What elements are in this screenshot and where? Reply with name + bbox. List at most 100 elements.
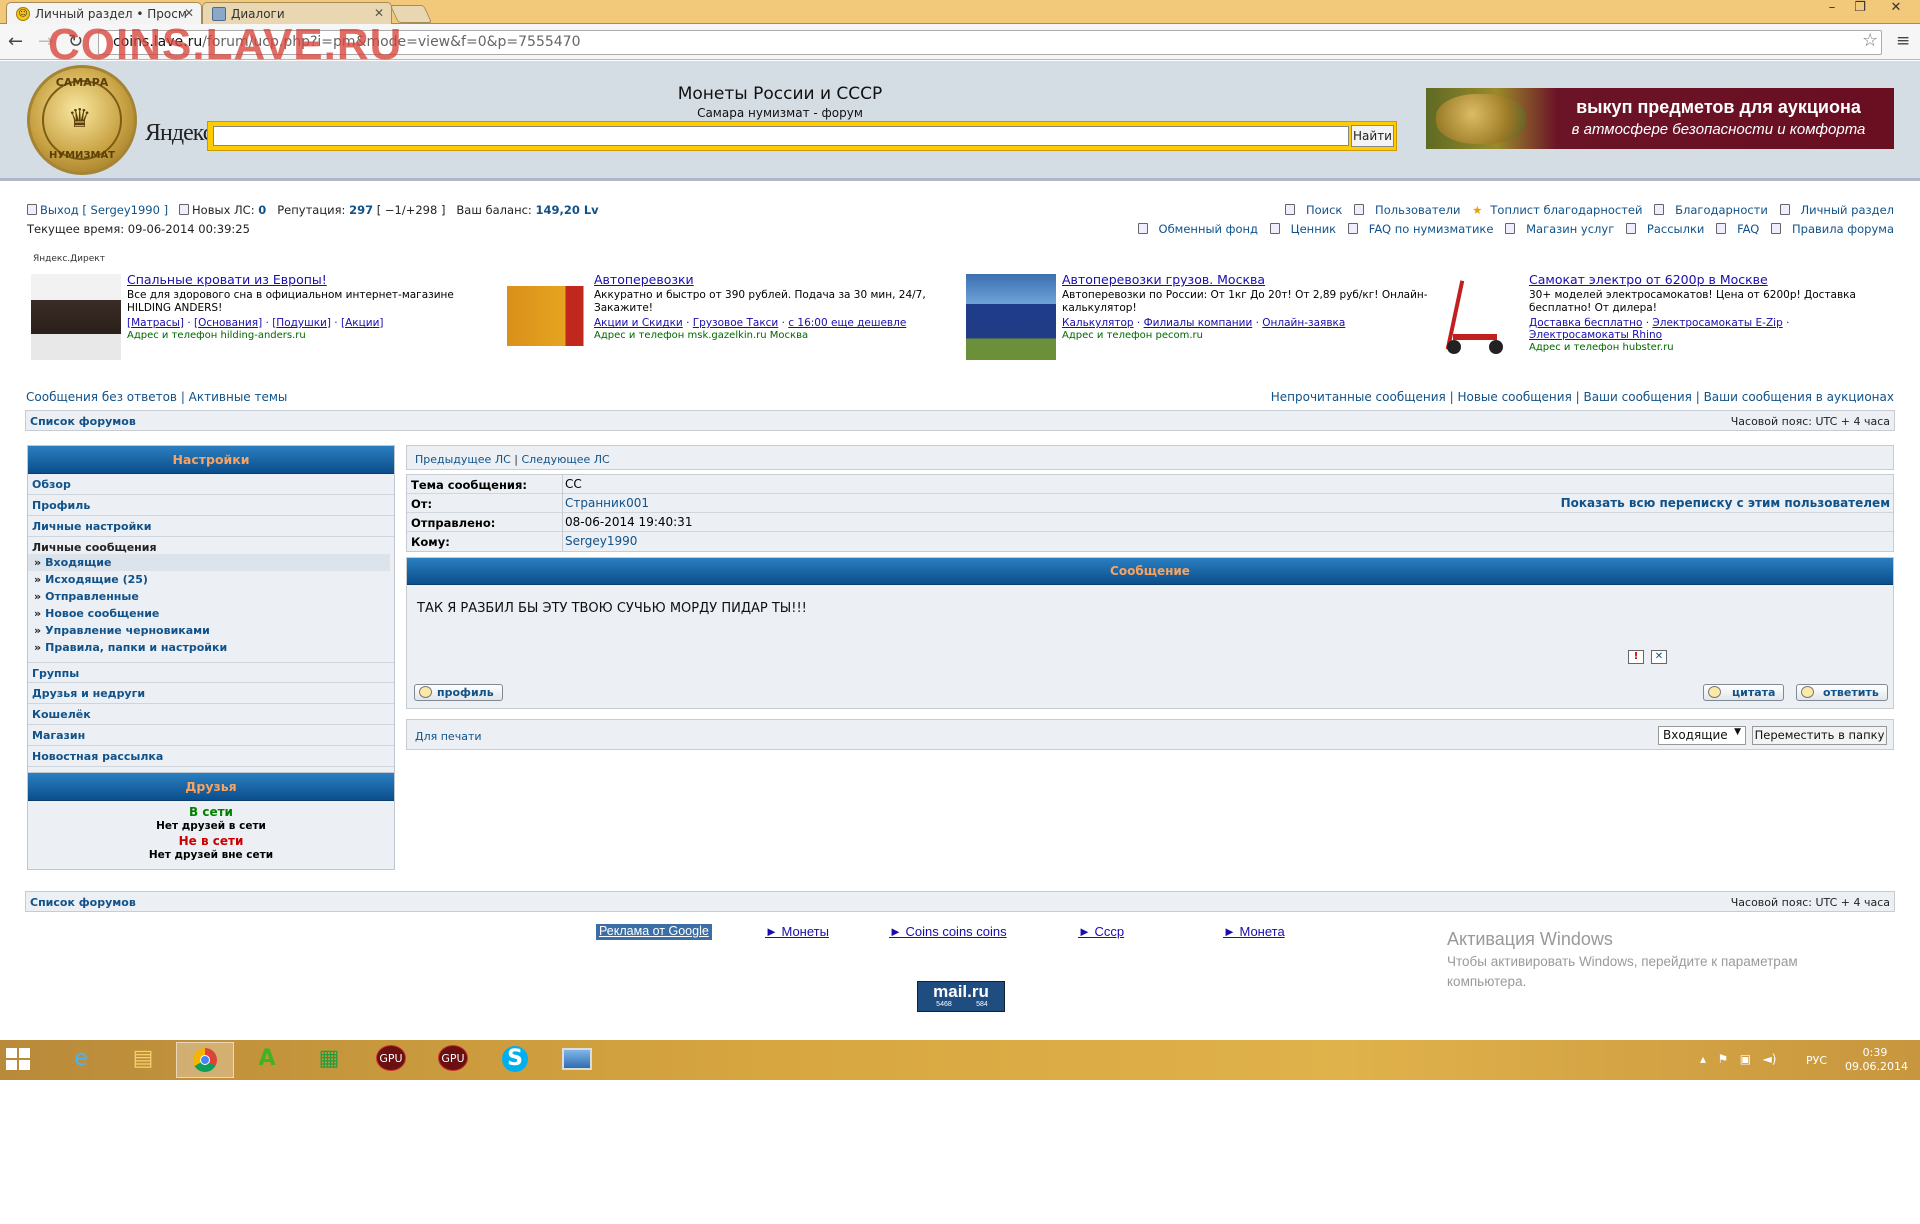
faq-link[interactable]: FAQ xyxy=(1716,222,1759,236)
ad-address[interactable]: Адрес и телефон msk.gazelkin.ru Москва xyxy=(594,330,808,341)
next-pm-link[interactable]: Следующее ЛС xyxy=(522,453,610,466)
unread-posts-link[interactable]: Непрочитанные сообщения xyxy=(1271,390,1446,404)
ad-transport[interactable]: Автоперевозки Аккуратно и быстро от 390 … xyxy=(498,272,968,364)
nav-pm-section[interactable]: Личные сообщения xyxy=(28,537,394,554)
google-ads-label[interactable]: Реклама от Google xyxy=(596,924,712,940)
move-to-folder-button[interactable]: Переместить в папку xyxy=(1752,726,1887,745)
close-tab-icon[interactable]: ✕ xyxy=(184,6,194,20)
google-ad-link-coin[interactable]: ► Монета xyxy=(1223,924,1285,939)
forum-list-link[interactable]: Список форумов xyxy=(30,415,136,428)
ad-beds[interactable]: Спальные кровати из Европы! Все для здор… xyxy=(31,272,501,364)
new-pm-count[interactable]: 0 xyxy=(258,203,266,217)
logout-link[interactable]: Выход [ Sergey1990 ] xyxy=(40,203,168,217)
to-user-link[interactable]: Sergey1990 xyxy=(565,534,637,548)
ie-icon[interactable]: e xyxy=(52,1042,110,1078)
ad-link[interactable]: Филиалы компании xyxy=(1144,317,1253,329)
nav-wallet[interactable]: Кошелёк xyxy=(28,704,394,725)
ad-link[interactable]: Электросамокаты Rhino xyxy=(1529,329,1662,341)
nav-compose[interactable]: » Новое сообщение xyxy=(28,605,394,622)
volume-icon[interactable]: ◄) xyxy=(1763,1052,1777,1066)
ad-link[interactable]: Доставка бесплатно xyxy=(1529,317,1642,329)
new-posts-link[interactable]: Новые сообщения xyxy=(1457,390,1571,404)
price-link[interactable]: Ценник xyxy=(1269,222,1336,236)
prev-pm-link[interactable]: Предыдущее ЛС xyxy=(415,453,511,466)
store-icon[interactable]: ▦ xyxy=(300,1042,358,1078)
unanswered-link[interactable]: Сообщения без ответов xyxy=(26,390,177,404)
forum-list-link[interactable]: Список форумов xyxy=(30,896,136,909)
from-user-link[interactable]: Странник001 xyxy=(565,496,649,510)
ad-link[interactable]: Грузовое Такси xyxy=(693,317,779,329)
services-shop-link[interactable]: Магазин услуг xyxy=(1505,222,1614,236)
ad-link[interactable]: Электросамокаты E-Zip xyxy=(1652,317,1782,329)
ad-title[interactable]: Самокат электро от 6200р в Москве xyxy=(1529,272,1768,287)
reputation-value[interactable]: 297 xyxy=(349,203,373,217)
ad-address[interactable]: Адрес и телефон hubster.ru xyxy=(1529,342,1674,353)
ad-link[interactable]: Калькулятор xyxy=(1062,317,1134,329)
language-indicator[interactable]: РУС xyxy=(1806,1054,1827,1067)
thanks-link[interactable]: Благодарности xyxy=(1654,203,1768,217)
close-tab-icon[interactable]: ✕ xyxy=(374,6,384,20)
tray-expand-icon[interactable]: ▴ xyxy=(1700,1052,1706,1066)
quote-button[interactable]: цитата xyxy=(1703,684,1785,701)
nav-outbox[interactable]: » Исходящие (25) xyxy=(28,571,394,588)
nav-overview[interactable]: Обзор xyxy=(28,474,394,495)
nav-newsletter[interactable]: Новостная рассылка xyxy=(28,746,394,767)
ad-link[interactable]: Подушки xyxy=(276,317,327,329)
app-a-icon[interactable]: A xyxy=(238,1042,296,1078)
ad-link[interactable]: Онлайн-заявка xyxy=(1262,317,1345,329)
taskbar-clock[interactable]: 0:39 09.06.2014 xyxy=(1845,1046,1908,1074)
nav-profile[interactable]: Профиль xyxy=(28,495,394,516)
folder-select[interactable]: Входящие ▼ xyxy=(1658,726,1746,745)
ad-link[interactable]: Акции и Скидки xyxy=(594,317,683,329)
bookmark-star-icon[interactable]: ☆ xyxy=(1862,30,1878,51)
search-link[interactable]: Поиск xyxy=(1284,203,1342,217)
delete-icon[interactable]: ✕ xyxy=(1651,650,1667,664)
nav-drafts[interactable]: » Управление черновиками xyxy=(28,622,394,639)
auction-posts-link[interactable]: Ваши сообщения в аукционах xyxy=(1704,390,1894,404)
close-window-icon[interactable]: ✕ xyxy=(1876,0,1916,20)
nav-sent[interactable]: » Отправленные xyxy=(28,588,394,605)
back-arrow-icon[interactable]: ← xyxy=(8,31,23,52)
nav-inbox[interactable]: » Входящие xyxy=(28,554,390,571)
numismatics-faq-link[interactable]: FAQ по нумизматике xyxy=(1347,222,1493,236)
nav-rules-folders[interactable]: » Правила, папки и настройки xyxy=(28,639,394,656)
ad-scooter[interactable]: Самокат электро от 6200р в Москве 30+ мо… xyxy=(1433,272,1903,364)
thanks-toplist-link[interactable]: ★ Топлист благодарностей xyxy=(1472,203,1642,217)
nav-shop[interactable]: Магазин xyxy=(28,725,394,746)
mailings-link[interactable]: Рассылки xyxy=(1625,222,1704,236)
site-logo[interactable]: САМАРА ♛ НУМИЗМАТ xyxy=(27,65,137,175)
nav-personal-settings[interactable]: Личные настройки xyxy=(28,516,394,537)
ad-cargo[interactable]: Автоперевозки грузов. Москва Автоперевоз… xyxy=(966,272,1436,364)
gpu-monitor-icon[interactable]: GPU xyxy=(424,1042,482,1078)
show-conversation-link[interactable]: Показать всю переписку с этим пользовате… xyxy=(1561,496,1890,510)
auction-banner[interactable]: выкуп предметов для аукциона в атмосфере… xyxy=(1426,88,1894,149)
google-ad-link-coins[interactable]: ► Монеты xyxy=(765,924,829,939)
search-button[interactable]: Найти xyxy=(1351,125,1394,147)
mailru-counter[interactable]: mail.ru 5468 584 xyxy=(917,981,1005,1012)
explorer-folder-icon[interactable]: ▤ xyxy=(114,1042,172,1078)
search-input[interactable] xyxy=(213,126,1349,146)
your-posts-link[interactable]: Ваши сообщения xyxy=(1583,390,1691,404)
ad-link[interactable]: Акции xyxy=(345,317,379,329)
active-topics-link[interactable]: Активные темы xyxy=(189,390,288,404)
flag-icon[interactable]: ⚑ xyxy=(1717,1052,1728,1066)
google-ad-link-coins-coins[interactable]: ► Coins coins coins xyxy=(889,924,1007,939)
report-icon[interactable]: ! xyxy=(1628,650,1644,664)
ad-title[interactable]: Автоперевозки xyxy=(594,272,694,287)
members-link[interactable]: Пользователи xyxy=(1354,203,1460,217)
ad-link[interactable]: Матрасы xyxy=(131,317,180,329)
reply-button[interactable]: ответить xyxy=(1796,684,1888,701)
ad-address[interactable]: Адрес и телефон pecom.ru xyxy=(1062,330,1203,341)
balance-value[interactable]: 149,20 Lv xyxy=(535,203,598,217)
rules-link[interactable]: Правила форума xyxy=(1771,222,1894,236)
skype-icon[interactable]: S xyxy=(486,1042,544,1078)
exchange-link[interactable]: Обменный фонд xyxy=(1137,222,1258,236)
minimize-icon[interactable]: – xyxy=(1818,0,1846,20)
image-viewer-icon[interactable] xyxy=(548,1042,606,1078)
profile-button[interactable]: профиль xyxy=(414,684,503,701)
ucp-link[interactable]: Личный раздел xyxy=(1779,203,1894,217)
gpu-tweak-icon[interactable]: GPU xyxy=(362,1042,420,1078)
nav-groups[interactable]: Группы xyxy=(28,662,394,683)
google-ad-link-ussr[interactable]: ► Ссср xyxy=(1078,924,1124,939)
ad-title[interactable]: Спальные кровати из Европы! xyxy=(127,272,327,287)
